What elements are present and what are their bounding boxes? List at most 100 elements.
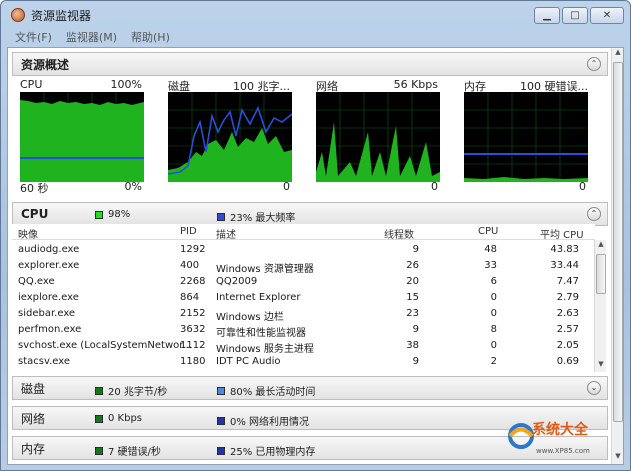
cell-image: sidebar.exe <box>18 308 76 319</box>
column-image[interactable]: 映像 <box>18 226 38 241</box>
scroll-down-icon[interactable]: ▼ <box>595 360 607 372</box>
network-graph: 网络 56 Kbps 0 <box>310 78 448 196</box>
cpu-usage: 98% <box>95 209 130 220</box>
cpu-header[interactable]: CPU 98% 23% 最大频率 ⌃ <box>12 202 608 226</box>
table-row[interactable]: perfmon.exe 3632 可靠性和性能监视器 9 8 2.57 <box>12 322 595 339</box>
cpu-graph: CPU 100% 60 秒 0% <box>14 78 152 196</box>
blue-square-icon <box>217 446 225 455</box>
expand-icon[interactable]: ⌄ <box>587 381 601 395</box>
cpu-graph-max: 100% <box>110 78 142 91</box>
menu-bar: 文件(F) 监视器(M) 帮助(H) <box>7 28 626 46</box>
overview-title: 资源概述 <box>21 57 70 72</box>
cell-pid: 2152 <box>180 308 206 319</box>
network-title: 网络 <box>21 411 46 426</box>
watermark-url: www.XP85.com <box>536 447 590 455</box>
cell-pid: 2268 <box>180 276 206 287</box>
cell-cpu: 33 <box>484 260 497 271</box>
cell-avg-cpu: 2.63 <box>556 308 579 319</box>
scroll-thumb[interactable] <box>596 254 606 294</box>
network-util: 0% 网络利用情况 <box>217 413 309 428</box>
disk-graph-min: 0 <box>283 180 290 193</box>
disk-rate: 20 兆字节/秒 <box>95 383 167 398</box>
process-table: 映像 PID 描述 线程数 CPU 平均 CPU audiodg.exe 129… <box>12 224 608 372</box>
maximize-button[interactable]: □ <box>562 7 588 24</box>
cpu-frequency-value: 23% 最大频率 <box>230 213 296 224</box>
column-pid[interactable]: PID <box>180 226 197 237</box>
cell-avg-cpu: 33.44 <box>550 260 579 271</box>
collapse-icon[interactable]: ⌃ <box>587 57 601 71</box>
cell-cpu: 0 <box>490 340 497 351</box>
cell-image: perfmon.exe <box>18 324 82 335</box>
cell-pid: 400 <box>180 260 200 271</box>
network-util-value: 0% 网络利用情况 <box>230 417 310 428</box>
disk-rate-value: 20 兆字节/秒 <box>108 387 168 398</box>
cpu-graph-label: CPU <box>20 78 43 91</box>
cell-image: stacsv.exe <box>18 356 71 367</box>
cell-cpu: 0 <box>490 308 497 319</box>
table-row[interactable]: audiodg.exe 1292 9 48 43.83 <box>12 242 595 258</box>
app-icon <box>11 8 25 22</box>
column-threads[interactable]: 线程数 <box>384 226 414 241</box>
cell-description: Internet Explorer <box>216 292 301 303</box>
cpu-title: CPU <box>21 207 49 221</box>
memory-faults-value: 7 硬错误/秒 <box>108 447 161 458</box>
scroll-up-icon[interactable]: ▲ <box>595 240 607 252</box>
disk-active: 80% 最长活动时间 <box>217 383 315 398</box>
table-row[interactable]: stacsv.exe 1180 IDT PC Audio 9 2 0.69 <box>12 354 595 370</box>
cell-threads: 38 <box>406 340 419 351</box>
table-row[interactable]: explorer.exe 400 Windows 资源管理器 26 33 33.… <box>12 258 595 275</box>
window-title: 资源监视器 <box>31 9 92 23</box>
network-graph-plot <box>316 92 440 182</box>
cell-pid: 1112 <box>180 340 206 351</box>
column-avg-cpu[interactable]: 平均 CPU <box>540 226 584 241</box>
table-header: 映像 PID 描述 线程数 CPU 平均 CPU <box>12 224 595 241</box>
overview-header[interactable]: 资源概述 ⌃ <box>12 52 608 76</box>
blue-square-icon <box>217 386 225 395</box>
cell-threads: 23 <box>406 308 419 319</box>
cell-description: Windows 资源管理器 <box>216 264 314 275</box>
disk-title: 磁盘 <box>21 381 46 396</box>
cell-avg-cpu: 7.47 <box>556 276 579 287</box>
cell-description: QQ2009 <box>216 276 258 287</box>
cell-avg-cpu: 0.69 <box>556 356 579 367</box>
cell-description: Windows 边栏 <box>216 312 284 323</box>
close-button[interactable]: ✕ <box>590 7 624 24</box>
memory-graph: 内存 100 硬错误... 0 <box>458 78 596 196</box>
memory-title: 内存 <box>21 441 46 456</box>
disk-header[interactable]: 磁盘 20 兆字节/秒 80% 最长活动时间 ⌄ <box>12 376 608 400</box>
menu-file[interactable]: 文件(F) <box>15 29 52 45</box>
green-square-icon <box>95 446 103 455</box>
table-row[interactable]: iexplore.exe 864 Internet Explorer 15 0 … <box>12 290 595 306</box>
menu-help[interactable]: 帮助(H) <box>131 29 170 45</box>
table-row[interactable]: svchost.exe (LocalSystemNetwor... 1112 W… <box>12 338 595 355</box>
cell-avg-cpu: 2.05 <box>556 340 579 351</box>
cell-pid: 1180 <box>180 356 206 367</box>
cell-image: svchost.exe (LocalSystemNetwor... <box>18 340 192 351</box>
title-bar: 资源监视器 ▁ □ ✕ <box>1 1 630 29</box>
table-row[interactable]: QQ.exe 2268 QQ2009 20 6 7.47 <box>12 274 595 290</box>
scroll-thumb[interactable] <box>613 62 623 422</box>
blue-square-icon <box>217 416 225 425</box>
cell-image: explorer.exe <box>18 260 80 271</box>
cell-pid: 864 <box>180 292 200 303</box>
table-row[interactable]: sidebar.exe 2152 Windows 边栏 23 0 2.63 <box>12 306 595 323</box>
scroll-up-icon[interactable]: ▲ <box>612 48 624 60</box>
main-scrollbar[interactable]: ▲ ▼ <box>611 48 623 464</box>
column-cpu[interactable]: CPU <box>478 226 498 237</box>
cell-description: 可靠性和性能监视器 <box>216 328 306 339</box>
minimize-button[interactable]: ▁ <box>534 7 560 24</box>
memory-used: 25% 已用物理内存 <box>217 443 315 458</box>
cell-pid: 1292 <box>180 244 206 255</box>
memory-used-value: 25% 已用物理内存 <box>230 447 316 458</box>
green-square-icon <box>95 414 103 423</box>
network-graph-max: 56 Kbps <box>393 78 438 91</box>
cell-cpu: 8 <box>490 324 497 335</box>
table-scrollbar[interactable]: ▲ ▼ <box>594 240 606 372</box>
collapse-icon[interactable]: ⌃ <box>587 207 601 221</box>
menu-monitor[interactable]: 监视器(M) <box>66 29 117 45</box>
column-description[interactable]: 描述 <box>216 226 236 241</box>
network-rate-value: 0 Kbps <box>108 413 143 424</box>
cell-image: QQ.exe <box>18 276 55 287</box>
cpu-frequency: 23% 最大频率 <box>217 209 295 224</box>
cell-avg-cpu: 2.57 <box>556 324 579 335</box>
